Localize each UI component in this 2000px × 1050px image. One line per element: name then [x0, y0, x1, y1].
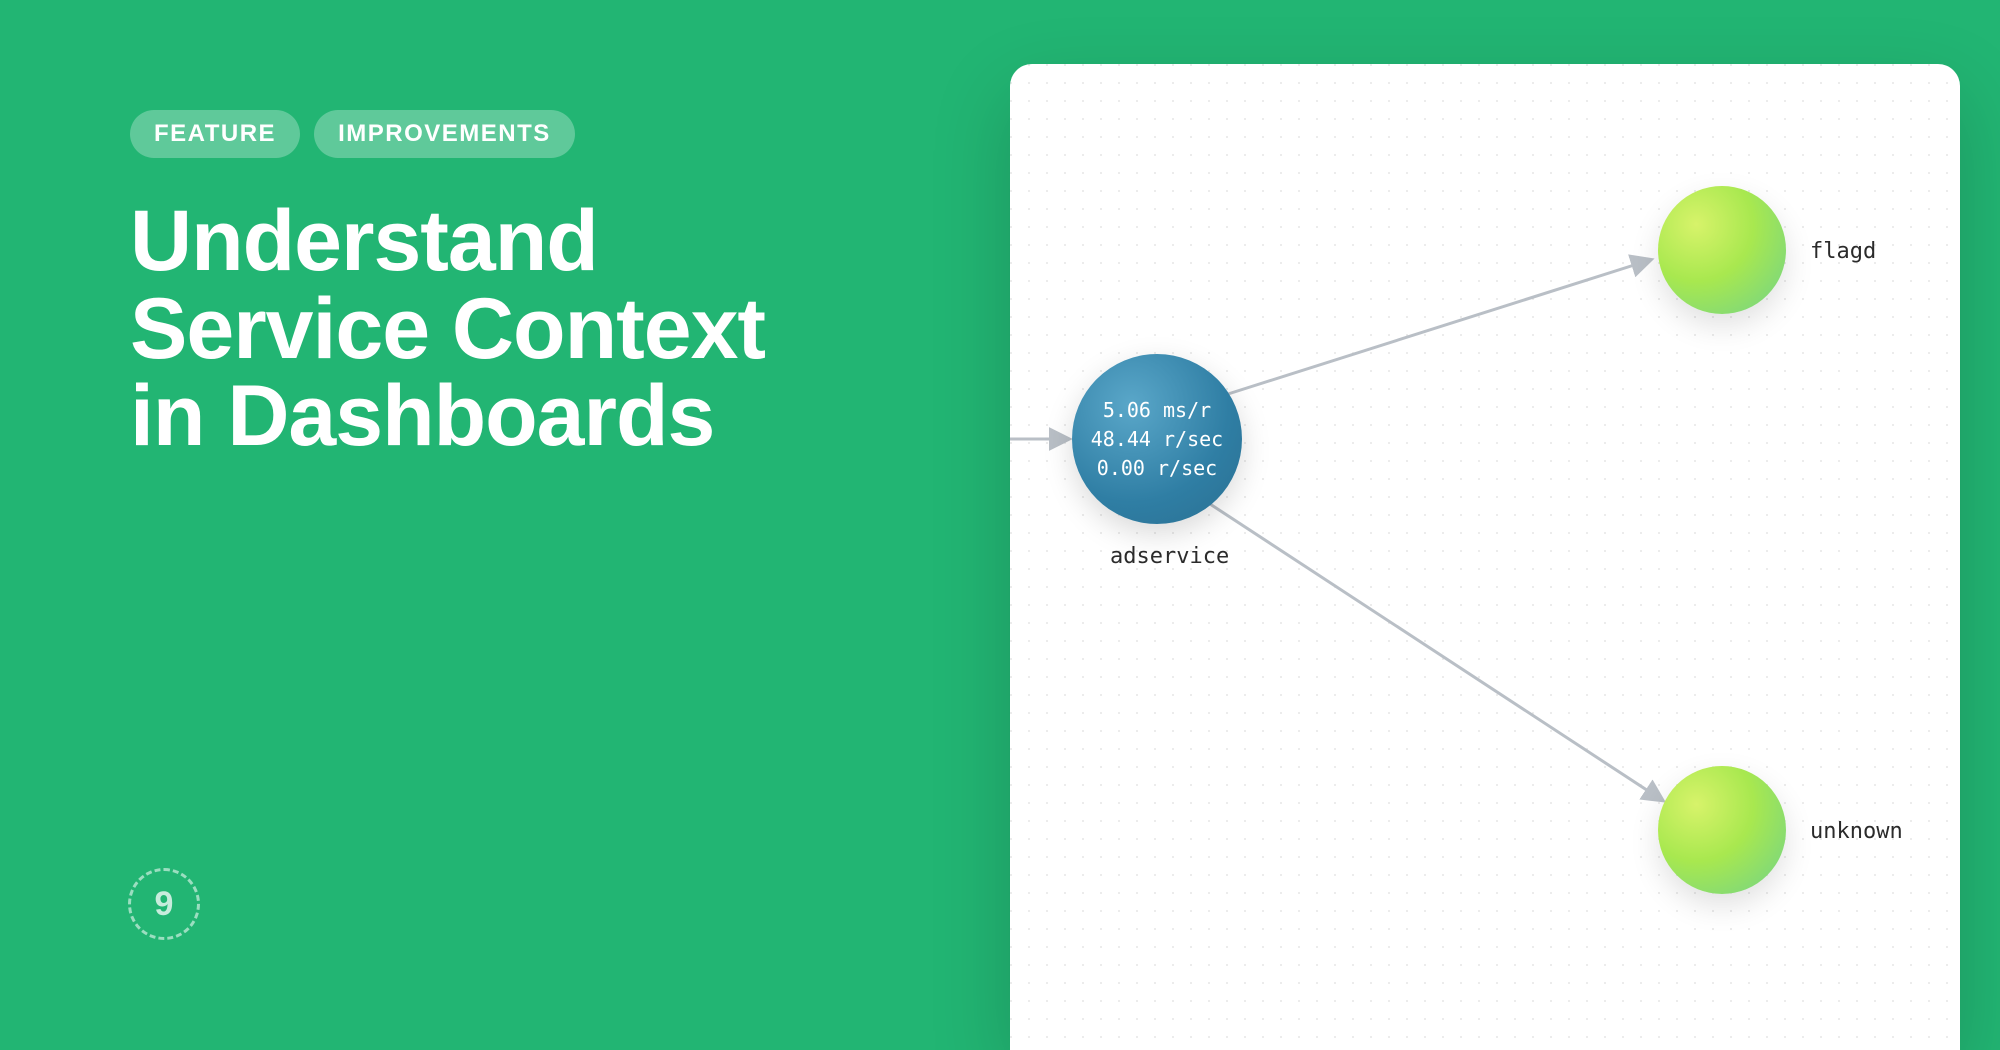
metric-rate: 48.44 r/sec [1091, 425, 1223, 454]
hero-card: FEATURE IMPROVEMENTS Understand Service … [0, 0, 2000, 1050]
headline: Understand Service Context in Dashboards [130, 198, 900, 461]
service-graph-panel: 5.06 ms/r 48.44 r/sec 0.00 r/sec adservi… [1010, 64, 1960, 1050]
headline-line-3: in Dashboards [130, 368, 714, 464]
brand-badge-icon: 9 [128, 868, 200, 940]
node-flagd[interactable] [1658, 186, 1786, 314]
metric-error-rate: 0.00 r/sec [1097, 454, 1217, 483]
edge-to-flagd [1228, 260, 1650, 394]
node-unknown[interactable] [1658, 766, 1786, 894]
headline-line-2: Service Context [130, 281, 765, 377]
brand-badge-text: 9 [155, 885, 174, 924]
node-adservice-label: adservice [1110, 544, 1229, 569]
badge-improvements: IMPROVEMENTS [314, 110, 575, 158]
metric-latency: 5.06 ms/r [1103, 396, 1211, 425]
edge-to-unknown [1210, 504, 1662, 800]
badge-row: FEATURE IMPROVEMENTS [130, 110, 900, 158]
node-adservice[interactable]: 5.06 ms/r 48.44 r/sec 0.00 r/sec [1072, 354, 1242, 524]
left-column: FEATURE IMPROVEMENTS Understand Service … [130, 110, 900, 461]
node-unknown-label: unknown [1810, 819, 1903, 844]
node-flagd-label: flagd [1810, 239, 1876, 264]
badge-feature: FEATURE [130, 110, 300, 158]
headline-line-1: Understand [130, 193, 598, 289]
